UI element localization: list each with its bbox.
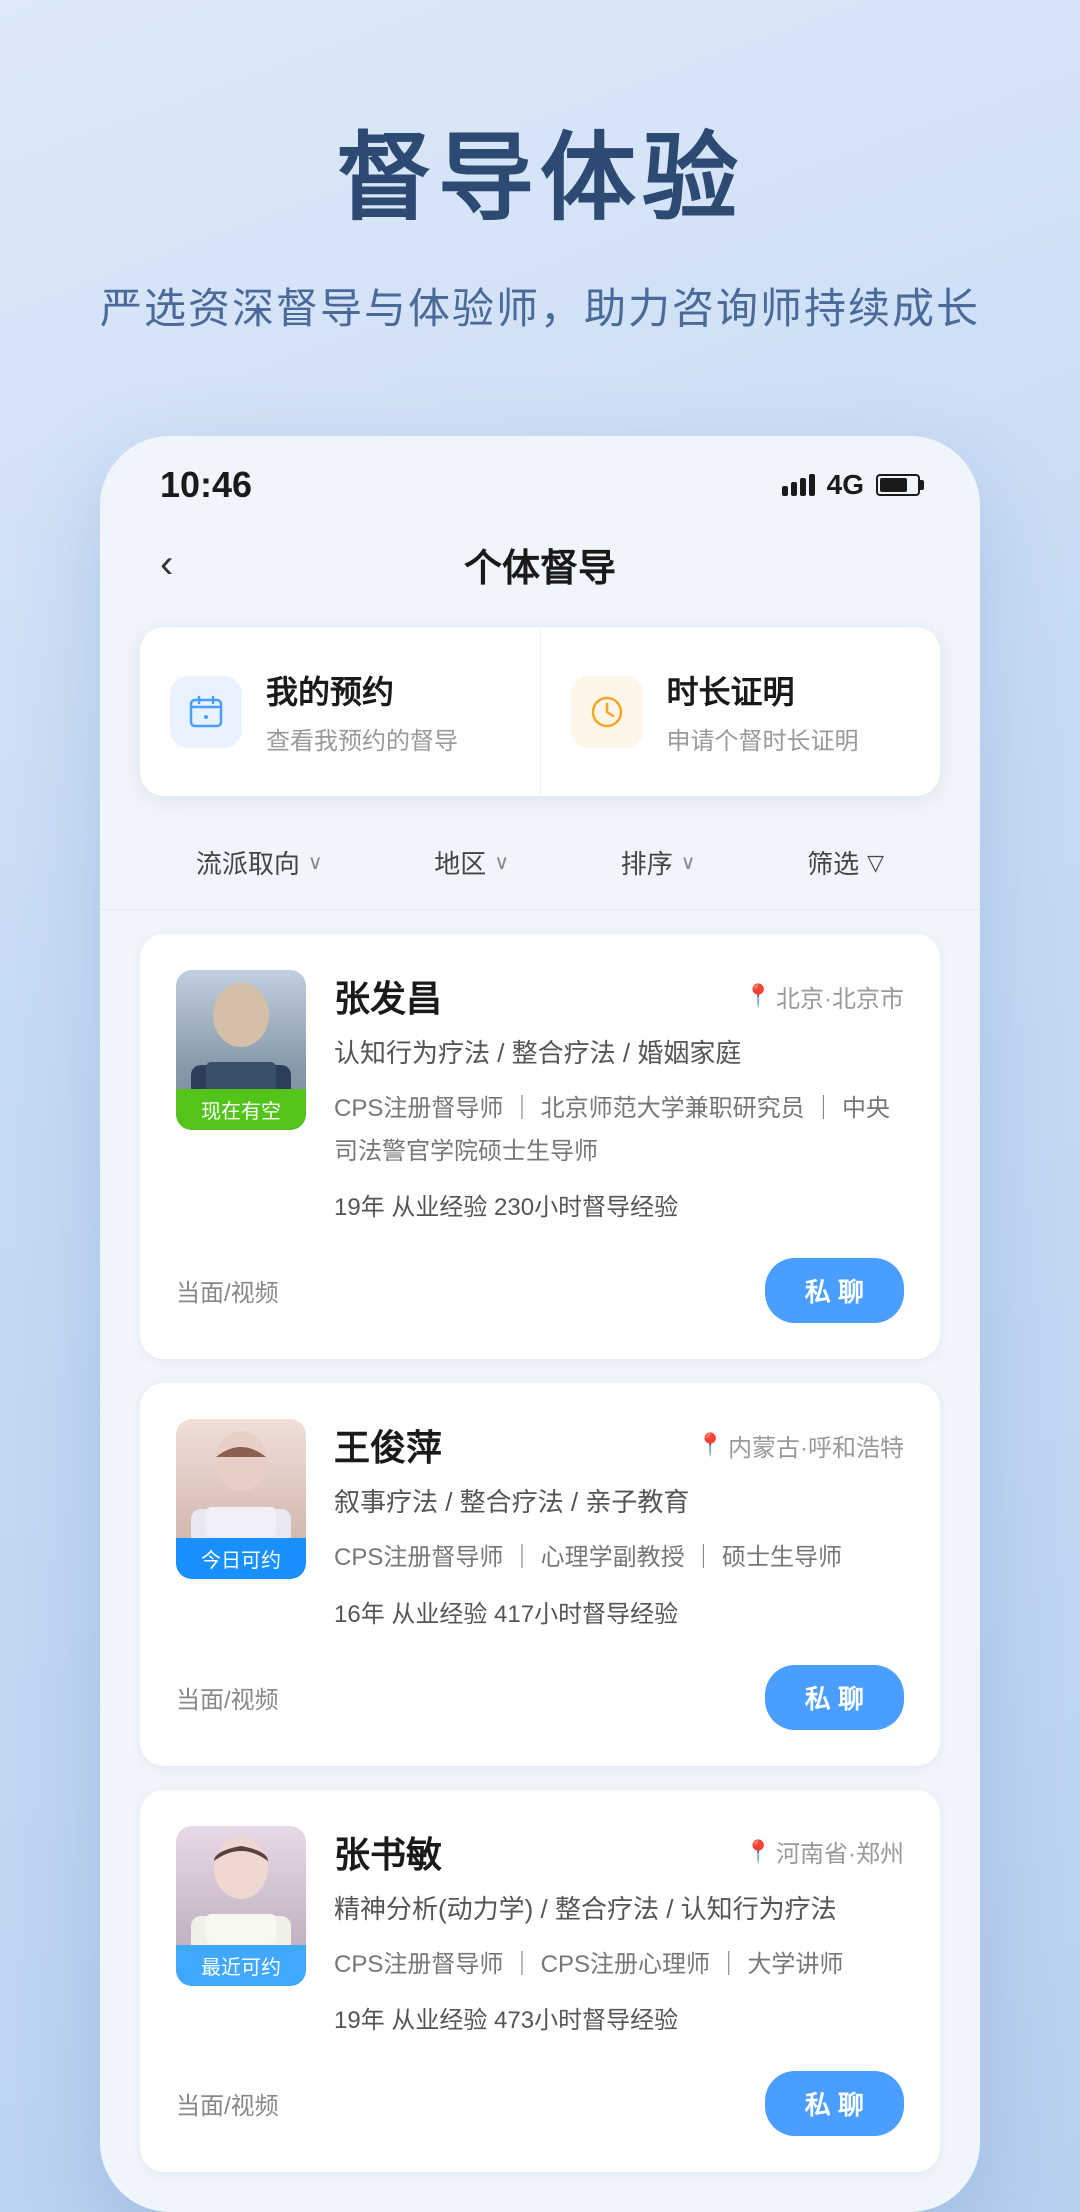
- page-title: 个体督导: [464, 537, 616, 592]
- appointment-icon: [170, 676, 242, 748]
- hero-subtitle: 严选资深督导与体验师，助力咨询师持续成长: [100, 275, 980, 336]
- filter-funnel-icon: ▽: [867, 850, 884, 876]
- supervisor-card-0: 现在有空 张发昌 📍 北京·北京市 认知行为疗法 / 整合疗法 / 婚姻家庭 C…: [140, 934, 940, 1359]
- supervisor-footer-0: 当面/视频 私 聊: [176, 1258, 904, 1323]
- supervisor-info-2: 张书敏 📍 河南省·郑州 精神分析(动力学) / 整合疗法 / 认知行为疗法 C…: [334, 1826, 904, 2051]
- filter-style[interactable]: 流派取向 ∨: [196, 844, 323, 881]
- phone-mockup: 10:46 4G ‹ 个体督导: [100, 436, 980, 2212]
- appointment-text: 我的预约 查看我预约的督导: [266, 667, 458, 756]
- filter-region-label: 地区: [434, 844, 486, 881]
- supervisor-footer-1: 当面/视频 私 聊: [176, 1665, 904, 1730]
- filter-style-arrow: ∨: [308, 850, 323, 875]
- filter-screen-label: 筛选: [807, 844, 859, 881]
- cert-desc: 申请个督时长证明: [667, 721, 859, 756]
- supervisor-card-2: 最近可约 张书敏 📍 河南省·郑州 精神分析(动力学) / 整合疗法 / 认知行…: [140, 1790, 940, 2172]
- availability-badge-0: 现在有空: [176, 1089, 306, 1130]
- supervisor-tags-0: 认知行为疗法 / 整合疗法 / 婚姻家庭: [334, 1034, 904, 1073]
- filter-sort[interactable]: 排序 ∨: [621, 844, 696, 881]
- battery-fill: [880, 478, 907, 492]
- supervisors-list: 现在有空 张发昌 📍 北京·北京市 认知行为疗法 / 整合疗法 / 婚姻家庭 C…: [100, 934, 980, 2172]
- supervisor-certs-1: CPS注册督导师 ｜ 心理学副教授 ｜ 硕士生导师: [334, 1536, 904, 1579]
- supervisor-card-1: 今日可约 王俊萍 📍 内蒙古·呼和浩特 叙事疗法 / 整合疗法 / 亲子教育 C…: [140, 1383, 940, 1765]
- supervisor-location-0: 📍 北京·北京市: [745, 979, 904, 1014]
- supervisor-header-2: 最近可约 张书敏 📍 河南省·郑州 精神分析(动力学) / 整合疗法 / 认知行…: [176, 1826, 904, 2051]
- signal-bar-3: [800, 478, 806, 496]
- status-time: 10:46: [160, 464, 252, 506]
- supervisor-info-1: 王俊萍 📍 内蒙古·呼和浩特 叙事疗法 / 整合疗法 / 亲子教育 CPS注册督…: [334, 1419, 904, 1644]
- phone-mockup-wrapper: 10:46 4G ‹ 个体督导: [100, 436, 980, 2212]
- supervisor-location-2: 📍 河南省·郑州: [745, 1834, 904, 1869]
- hero-title: 督导体验: [336, 100, 744, 239]
- supervisor-location-1: 📍 内蒙古·呼和浩特: [697, 1428, 904, 1463]
- supervisor-footer-2: 当面/视频 私 聊: [176, 2071, 904, 2136]
- my-appointment-card[interactable]: 我的预约 查看我预约的督导: [140, 627, 541, 796]
- supervisor-avatar-1: 今日可约: [176, 1419, 306, 1579]
- signal-bar-2: [791, 482, 797, 496]
- back-button[interactable]: ‹: [150, 532, 183, 597]
- supervisor-tags-1: 叙事疗法 / 整合疗法 / 亲子教育: [334, 1483, 904, 1522]
- supervisor-avatar-0: 现在有空: [176, 970, 306, 1130]
- filter-sort-arrow: ∨: [681, 850, 696, 875]
- status-bar: 10:46 4G: [100, 436, 980, 522]
- supervisor-name-2: 张书敏: [334, 1826, 442, 1878]
- supervisor-mode-1: 当面/视频: [176, 1680, 279, 1715]
- supervisor-name-0: 张发昌: [334, 970, 442, 1022]
- location-pin-0: 📍: [745, 983, 772, 1009]
- appointment-desc: 查看我预约的督导: [266, 721, 458, 756]
- filter-bar: 流派取向 ∨ 地区 ∨ 排序 ∨ 筛选 ▽: [100, 816, 980, 910]
- cert-text: 时长证明 申请个督时长证明: [667, 667, 859, 756]
- supervisor-mode-0: 当面/视频: [176, 1273, 279, 1308]
- appointment-title: 我的预约: [266, 667, 458, 713]
- supervisor-avatar-2: 最近可约: [176, 1826, 306, 1986]
- signal-bar-1: [782, 486, 788, 496]
- chat-button-1[interactable]: 私 聊: [765, 1665, 904, 1730]
- supervisor-header-1: 今日可约 王俊萍 📍 内蒙古·呼和浩特 叙事疗法 / 整合疗法 / 亲子教育 C…: [176, 1419, 904, 1644]
- supervisor-certs-2: CPS注册督导师 ｜ CPS注册心理师 ｜ 大学讲师: [334, 1943, 904, 1986]
- network-indicator: 4G: [827, 469, 864, 501]
- supervisor-header-0: 现在有空 张发昌 📍 北京·北京市 认知行为疗法 / 整合疗法 / 婚姻家庭 C…: [176, 970, 904, 1238]
- chat-button-2[interactable]: 私 聊: [765, 2071, 904, 2136]
- filter-sort-label: 排序: [621, 844, 673, 881]
- action-cards: 我的预约 查看我预约的督导 时长证明 申请个督时长证明: [140, 627, 940, 796]
- supervisor-name-row-0: 张发昌 📍 北京·北京市: [334, 970, 904, 1022]
- hero-section: 督导体验 严选资深督导与体验师，助力咨询师持续成长: [0, 0, 1080, 396]
- filter-region-arrow: ∨: [494, 850, 509, 875]
- filter-region[interactable]: 地区 ∨: [434, 844, 509, 881]
- signal-bar-4: [809, 474, 815, 496]
- cert-icon: [571, 676, 643, 748]
- supervisor-tags-2: 精神分析(动力学) / 整合疗法 / 认知行为疗法: [334, 1890, 904, 1929]
- supervisor-certs-0: CPS注册督导师 ｜ 北京师范大学兼职研究员 ｜ 中央司法警官学院硕士生导师: [334, 1087, 904, 1173]
- status-icons: 4G: [782, 469, 920, 501]
- supervisor-info-0: 张发昌 📍 北京·北京市 认知行为疗法 / 整合疗法 / 婚姻家庭 CPS注册督…: [334, 970, 904, 1238]
- supervisor-exp-0: 19年 从业经验 230小时督导经验: [334, 1187, 904, 1222]
- supervisor-exp-2: 19年 从业经验 473小时督导经验: [334, 2000, 904, 2035]
- duration-cert-card[interactable]: 时长证明 申请个督时长证明: [541, 627, 941, 796]
- location-pin-1: 📍: [697, 1432, 724, 1458]
- filter-style-label: 流派取向: [196, 844, 300, 881]
- supervisor-exp-1: 16年 从业经验 417小时督导经验: [334, 1594, 904, 1629]
- filter-screen[interactable]: 筛选 ▽: [807, 844, 884, 881]
- location-pin-2: 📍: [745, 1839, 772, 1865]
- availability-badge-2: 最近可约: [176, 1945, 306, 1986]
- battery-icon: [876, 474, 920, 496]
- availability-badge-1: 今日可约: [176, 1538, 306, 1579]
- signal-icon: [782, 474, 815, 496]
- supervisor-name-row-2: 张书敏 📍 河南省·郑州: [334, 1826, 904, 1878]
- supervisor-name-1: 王俊萍: [334, 1419, 442, 1471]
- supervisor-mode-2: 当面/视频: [176, 2086, 279, 2121]
- nav-bar: ‹ 个体督导: [100, 522, 980, 617]
- supervisor-name-row-1: 王俊萍 📍 内蒙古·呼和浩特: [334, 1419, 904, 1471]
- chat-button-0[interactable]: 私 聊: [765, 1258, 904, 1323]
- cert-title: 时长证明: [667, 667, 859, 713]
